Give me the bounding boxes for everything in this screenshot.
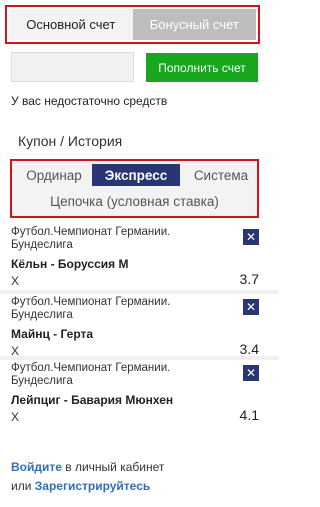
bet-type-chain[interactable]: Цепочка (условная ставка)	[14, 189, 255, 213]
event-odds: 3.7	[239, 271, 259, 287]
event-league: Футбол.Чемпионат Германии. Бундеслига	[11, 226, 171, 251]
topup-account-button[interactable]: Пополнить счет	[146, 53, 258, 82]
event-league: Футбол.Чемпионат Германии. Бундеслига	[11, 296, 171, 321]
insufficient-funds-message: У вас недостаточно средств	[11, 94, 168, 108]
bet-type-express[interactable]: Экспресс	[92, 164, 180, 186]
bet-type-system[interactable]: Система	[188, 164, 254, 186]
coupon-event: Футбол.Чемпионат Германии. Бундеслига ✕ …	[0, 224, 279, 290]
auth-prompt: Войдите в личный кабинет или Зарегистрир…	[11, 458, 164, 496]
login-text: в личный кабинет	[61, 460, 165, 474]
event-teams: Майнц - Герта	[11, 327, 94, 341]
event-odds: 4.1	[239, 407, 259, 423]
coupon-history-title[interactable]: Купон / История	[18, 133, 122, 149]
coupon-event: Футбол.Чемпионат Германии. Бундеслига ✕ …	[0, 290, 279, 358]
bet-type-single[interactable]: Ординар	[18, 164, 90, 186]
close-icon[interactable]: ✕	[243, 365, 259, 381]
event-outcome: X	[11, 410, 20, 424]
bet-type-selector: Ординар Экспресс Система Цепочка (условн…	[10, 159, 259, 218]
event-outcome: X	[11, 274, 20, 288]
deposit-amount-input[interactable]	[11, 52, 134, 82]
event-league: Футбол.Чемпионат Германии. Бундеслига	[11, 362, 171, 387]
event-teams: Кёльн - Боруссия М	[11, 257, 129, 271]
tab-main-account[interactable]: Основной счет	[9, 9, 133, 40]
account-tabs: Основной счет Бонусный счет	[5, 5, 260, 44]
close-icon[interactable]: ✕	[243, 229, 259, 245]
register-link[interactable]: Зарегистрируйтесь	[35, 479, 151, 493]
close-icon[interactable]: ✕	[243, 299, 259, 315]
event-teams: Лейпциг - Бавария Мюнхен	[11, 393, 174, 407]
coupon-event: Футбол.Чемпионат Германии. Бундеслига ✕ …	[0, 356, 279, 424]
login-link[interactable]: Войдите	[11, 460, 62, 474]
event-odds: 3.4	[239, 341, 259, 357]
coupon-events-list: Футбол.Чемпионат Германии. Бундеслига ✕ …	[0, 224, 279, 424]
or-text: или	[11, 479, 35, 493]
tab-bonus-account[interactable]: Бонусный счет	[132, 9, 256, 40]
